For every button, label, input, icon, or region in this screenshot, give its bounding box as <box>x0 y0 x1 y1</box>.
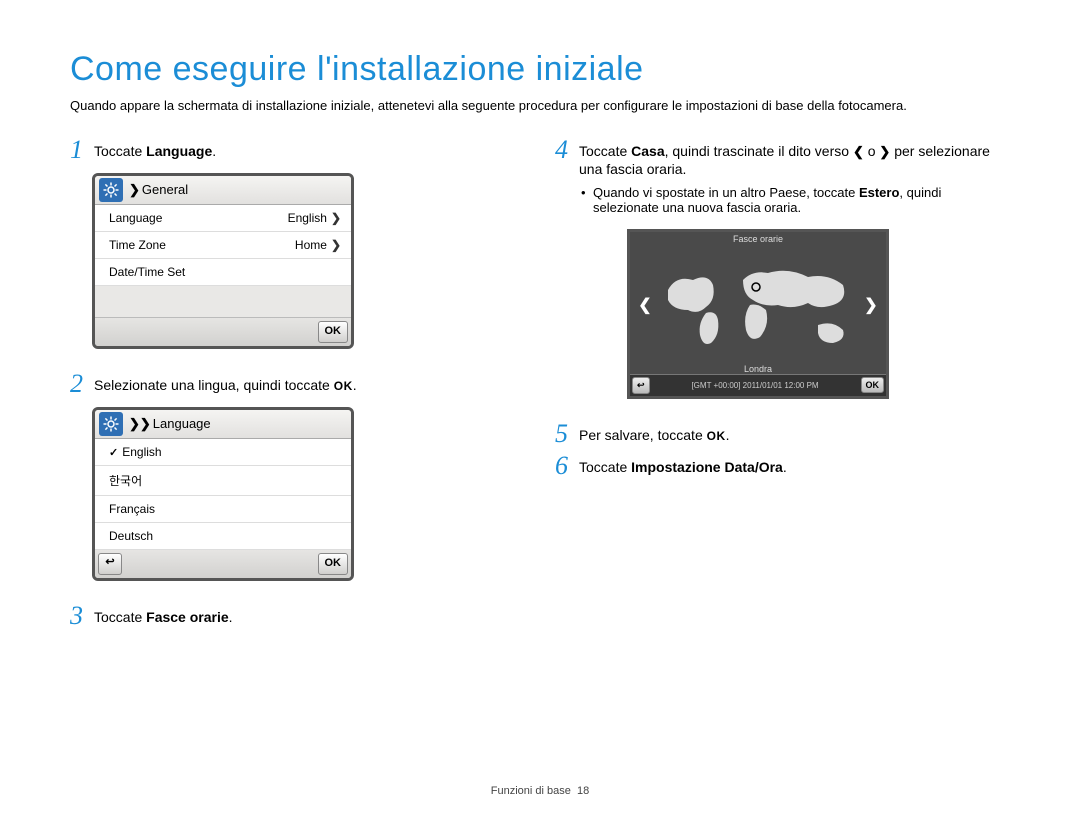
chevron-right-icon: ❯ <box>879 144 890 159</box>
step-number: 6 <box>555 453 579 479</box>
chevron-right-icon: ❯ <box>331 211 341 225</box>
language-option-francais: Français <box>95 496 351 523</box>
map-city-label: Londra <box>630 364 886 374</box>
settings-row-language: Language English❯ <box>95 205 351 232</box>
ok-button: OK <box>318 321 349 343</box>
step-text: Toccate Casa, quindi trascinate il dito … <box>579 137 1010 179</box>
step-bullet: Quando vi spostate in un altro Paese, to… <box>593 185 1010 215</box>
chevron-left-icon: ❮ <box>636 295 654 315</box>
ok-icon: OK <box>707 429 726 443</box>
step-text: Toccate Language. <box>94 137 216 160</box>
settings-row-timezone: Time Zone Home❯ <box>95 232 351 259</box>
page-title: Come eseguire l'installazione iniziale <box>70 50 1010 89</box>
step-number: 2 <box>70 371 94 397</box>
page-footer: Funzioni di base 18 <box>0 785 1080 797</box>
chevron-right-icon: ❯ <box>862 295 880 315</box>
chevron-right-icon: ❯ <box>129 182 140 198</box>
chevron-right-icon: ❯ <box>331 238 341 252</box>
chevron-left-icon: ❮ <box>853 144 864 159</box>
ok-button: OK <box>861 377 885 393</box>
screenshot-general: ❯ General Language English❯ Time Zone Ho… <box>92 173 354 349</box>
step-number: 5 <box>555 421 579 447</box>
map-title: Fasce orarie <box>630 232 886 246</box>
step-text: Toccate Impostazione Data/Ora. <box>579 453 787 476</box>
step-text: Selezionate una lingua, quindi toccate O… <box>94 371 357 395</box>
back-icon: ↩ <box>637 380 645 390</box>
back-button: ↩ <box>632 377 650 394</box>
step-text: Per salvare, toccate OK. <box>579 421 730 445</box>
map-gmt-label: [GMT +00:00] 2011/01/01 12:00 PM <box>652 379 859 392</box>
screenshot-language: ❯❯ Language English 한국어 Français Deutsch… <box>92 407 354 581</box>
ok-icon: OK <box>334 379 353 393</box>
back-icon: ↩ <box>105 556 114 568</box>
back-button: ↩ <box>98 553 122 575</box>
step-number: 3 <box>70 603 94 629</box>
step-number: 1 <box>70 137 94 163</box>
screenshot-header-label: General <box>142 182 188 197</box>
language-option-deutsch: Deutsch <box>95 523 351 550</box>
ok-button: OK <box>318 553 349 575</box>
gear-icon <box>99 412 123 436</box>
settings-row-datetime: Date/Time Set <box>95 259 351 286</box>
chevron-double-icon: ❯❯ <box>129 416 151 432</box>
screenshot-timezone-map: Fasce orarie ❮ <box>627 229 889 399</box>
step-text: Toccate Fasce orarie. <box>94 603 233 626</box>
intro-paragraph: Quando appare la schermata di installazi… <box>70 97 1010 115</box>
language-option-english: English <box>95 439 351 466</box>
world-map-icon <box>654 255 862 355</box>
step-number: 4 <box>555 137 579 163</box>
screenshot-header-label: Language <box>153 416 211 431</box>
language-option-korean: 한국어 <box>95 466 351 496</box>
gear-icon <box>99 178 123 202</box>
